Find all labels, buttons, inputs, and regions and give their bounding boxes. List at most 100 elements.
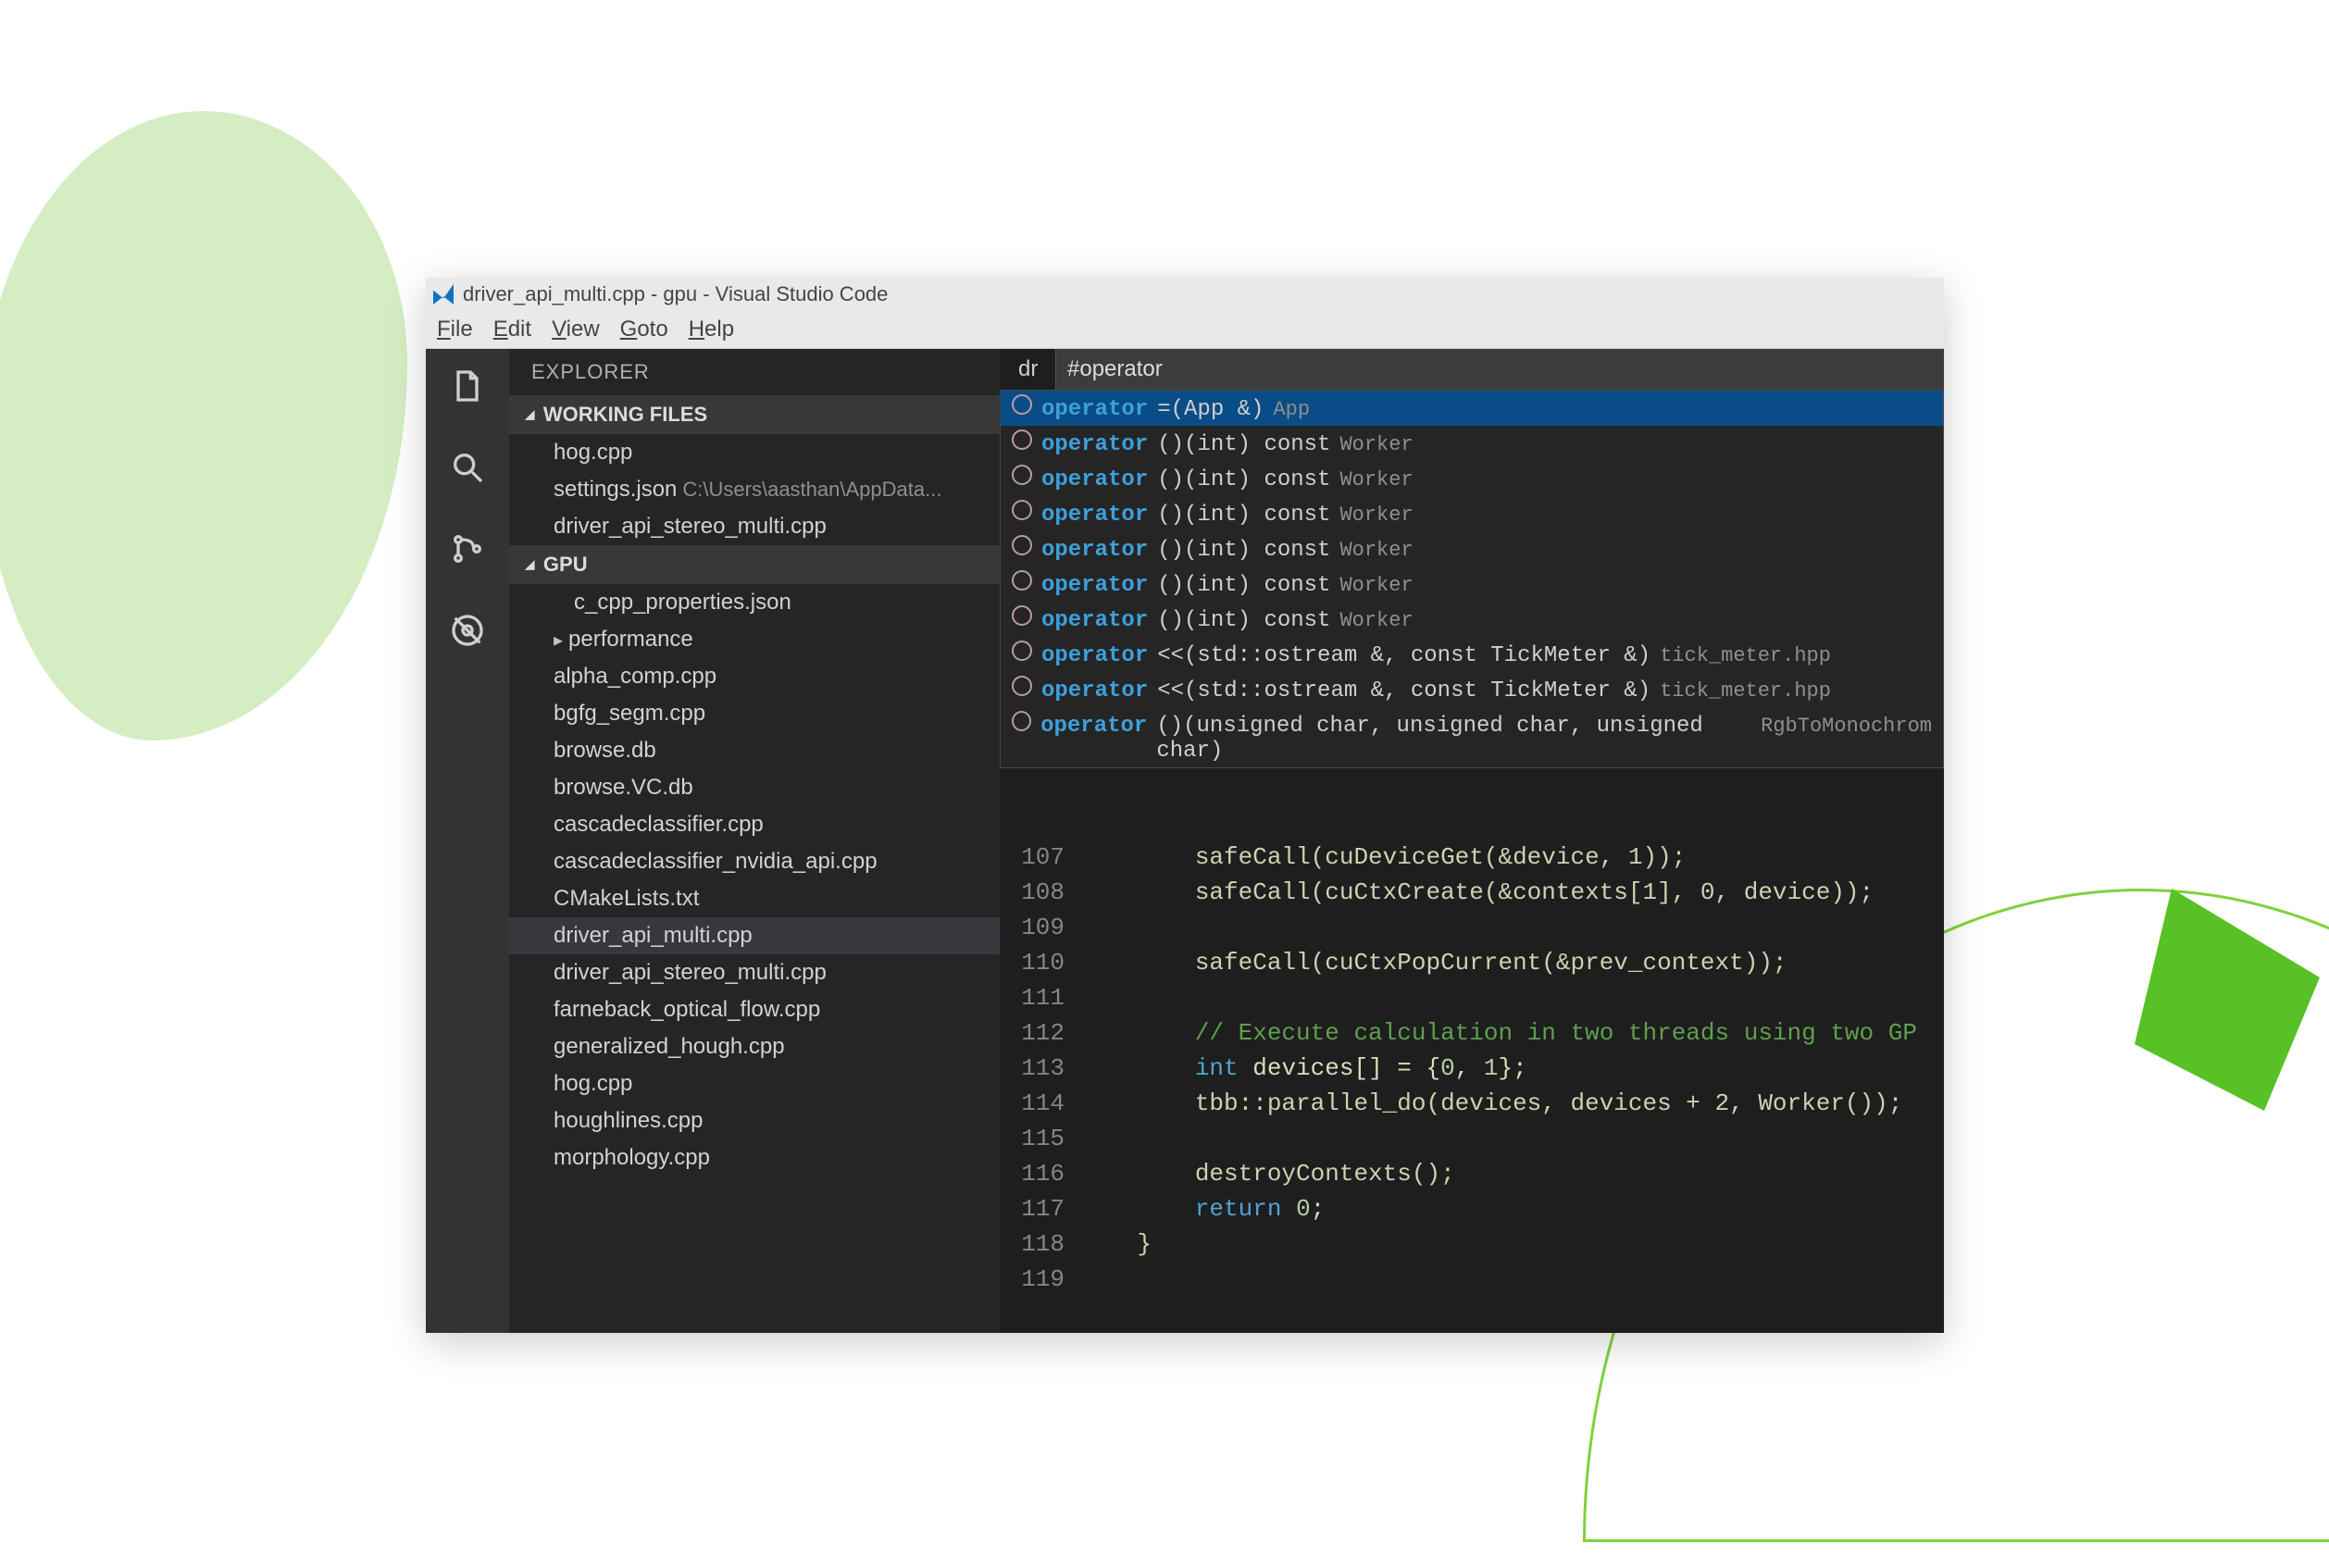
symbol-icon [1012, 711, 1031, 731]
file-item[interactable]: browse.VC.db [509, 769, 1000, 806]
suggestion-row[interactable]: operator()(int) constWorker [1001, 602, 1943, 637]
menu-view[interactable]: View [552, 317, 600, 342]
symbol-search-input[interactable]: #operator [1055, 349, 1944, 390]
suggestion-source: Worker [1339, 609, 1413, 632]
suggestion-source: Worker [1339, 504, 1413, 527]
files-icon[interactable] [445, 364, 490, 408]
file-item[interactable]: c_cpp_properties.json [509, 584, 1000, 621]
suggestion-name: operator [1041, 573, 1148, 598]
symbol-icon [1012, 605, 1032, 626]
file-item[interactable]: houghlines.cpp [509, 1102, 1000, 1139]
suggestion-source: Worker [1339, 433, 1413, 456]
suggestion-row[interactable]: operator ()(unsigned char, unsigned char,… [1001, 707, 1943, 767]
file-item[interactable]: driver_api_stereo_multi.cpp [509, 954, 1000, 991]
code-line: return 0; [1079, 1191, 1944, 1226]
file-item[interactable]: CMakeLists.txt [509, 880, 1000, 917]
file-item[interactable]: alpha_comp.cpp [509, 658, 1000, 695]
suggestion-signature: <<(std::ostream &, const TickMeter &) [1157, 678, 1650, 703]
suggestion-row[interactable]: operator ()(int) const Worker [1001, 531, 1943, 566]
suggestion-name: operator [1041, 643, 1148, 668]
suggestion-row[interactable]: operator<<(std::ostream &, const TickMet… [1001, 637, 1943, 672]
tab-label: dr [1018, 356, 1038, 382]
working-files-header[interactable]: WORKING FILES [509, 395, 1000, 434]
suggestion-name: operator [1041, 397, 1148, 422]
suggestion-signature: ()(int) const [1157, 538, 1330, 563]
code-line: destroyContexts(); [1079, 1156, 1944, 1191]
suggestion-row[interactable]: operator()(int) constWorker [1001, 426, 1943, 461]
suggestion-signature: ()(int) const [1157, 467, 1330, 492]
bg-shape-1 [0, 111, 407, 740]
code-line: int devices[] = {0, 1}; [1079, 1051, 1944, 1086]
code-lines: safeCall(cuDeviceGet(&device, 1)); safeC… [1079, 840, 1944, 1333]
code-line: // Execute calculation in two threads us… [1079, 1015, 1944, 1051]
line-number: 116 [1000, 1156, 1065, 1191]
file-item[interactable]: cascadeclassifier_nvidia_api.cpp [509, 843, 1000, 880]
code-line: safeCall(cuCtxCreate(&contexts[1], 0, de… [1079, 875, 1944, 910]
suggestion-list: operator=(App &)Appoperator()(int) const… [1000, 390, 1944, 768]
file-item[interactable]: driver_api_multi.cpp [509, 917, 1000, 954]
line-number: 119 [1000, 1262, 1065, 1297]
folder-header[interactable]: GPU [509, 545, 1000, 584]
suggestion-source: Worker [1339, 539, 1413, 562]
line-gutter: 107108109110111112113114115116117118119 [1000, 840, 1079, 1333]
code-view[interactable]: 107108109110111112113114115116117118119 … [1000, 840, 1944, 1333]
working-file[interactable]: hog.cpp [509, 434, 1000, 471]
symbol-icon [1012, 394, 1032, 415]
symbol-icon [1012, 500, 1032, 520]
file-item[interactable]: browse.db [509, 732, 1000, 769]
activity-bar [426, 349, 509, 1333]
line-number: 111 [1000, 980, 1065, 1015]
search-icon[interactable] [445, 445, 490, 490]
explorer-sidebar: EXPLORER WORKING FILES hog.cppsettings.j… [509, 349, 1000, 1333]
symbol-icon [1012, 429, 1032, 450]
suggestion-row[interactable]: operator ()(int) const Worker [1001, 566, 1943, 602]
working-file[interactable]: settings.jsonC:\Users\aasthan\AppData... [509, 471, 1000, 508]
working-file[interactable]: driver_api_stereo_multi.cpp [509, 508, 1000, 545]
file-item[interactable]: cascadeclassifier.cpp [509, 806, 1000, 843]
suggestion-signature: ()(unsigned char, unsigned char, unsigne… [1156, 714, 1751, 764]
suggestion-row[interactable]: operator <<(std::ostream &, const TickMet… [1001, 672, 1943, 707]
explorer-title: EXPLORER [509, 349, 1000, 395]
editor-area: dr #operator operator=(App &)Appoperator… [1000, 349, 1944, 1333]
menu-goto[interactable]: Goto [620, 317, 668, 342]
suggestion-name: operator [1041, 538, 1148, 563]
line-number: 118 [1000, 1226, 1065, 1262]
line-number: 108 [1000, 875, 1065, 910]
debug-icon[interactable] [445, 608, 490, 653]
editor-tabs: dr #operator [1000, 349, 1944, 390]
suggestion-row[interactable]: operator=(App &)App [1001, 391, 1943, 426]
code-line [1079, 1262, 1944, 1297]
suggestion-name: operator [1040, 714, 1147, 739]
suggestion-name: operator [1041, 678, 1148, 703]
code-line [1079, 1121, 1944, 1156]
suggestion-source: Worker [1339, 468, 1413, 492]
file-item[interactable]: farneback_optical_flow.cpp [509, 991, 1000, 1028]
line-number: 112 [1000, 1015, 1065, 1051]
symbol-icon [1012, 641, 1032, 661]
file-item[interactable]: generalized_hough.cpp [509, 1028, 1000, 1065]
suggestion-source: tick_meter.hpp [1660, 679, 1831, 703]
suggestion-signature: ()(int) const [1157, 573, 1330, 598]
vscode-logo-icon [433, 284, 454, 305]
menu-file[interactable]: File [437, 317, 473, 342]
suggestion-source: Worker [1339, 574, 1413, 597]
line-number: 115 [1000, 1121, 1065, 1156]
git-icon[interactable] [445, 527, 490, 571]
suggestion-signature: ()(int) const [1157, 432, 1330, 457]
code-line: safeCall(cuDeviceGet(&device, 1)); [1079, 840, 1944, 875]
file-item[interactable]: hog.cpp [509, 1065, 1000, 1102]
symbol-icon [1012, 676, 1032, 696]
symbol-icon [1012, 570, 1032, 591]
window-titlebar[interactable]: driver_api_multi.cpp - gpu - Visual Stud… [426, 278, 1944, 311]
menu-edit[interactable]: Edit [493, 317, 531, 342]
suggestion-row[interactable]: operator()(int) constWorker [1001, 496, 1943, 531]
folder-item[interactable]: performance [509, 621, 1000, 658]
menu-help[interactable]: Help [689, 317, 734, 342]
symbol-icon [1012, 465, 1032, 485]
file-item[interactable]: morphology.cpp [509, 1139, 1000, 1176]
file-item[interactable]: bgfg_segm.cpp [509, 695, 1000, 732]
suggestion-row[interactable]: operator()(int) constWorker [1001, 461, 1943, 496]
menu-bar: File Edit View Goto Help [426, 311, 1944, 349]
line-number: 117 [1000, 1191, 1065, 1226]
suggestion-signature: =(App &) [1157, 397, 1264, 422]
